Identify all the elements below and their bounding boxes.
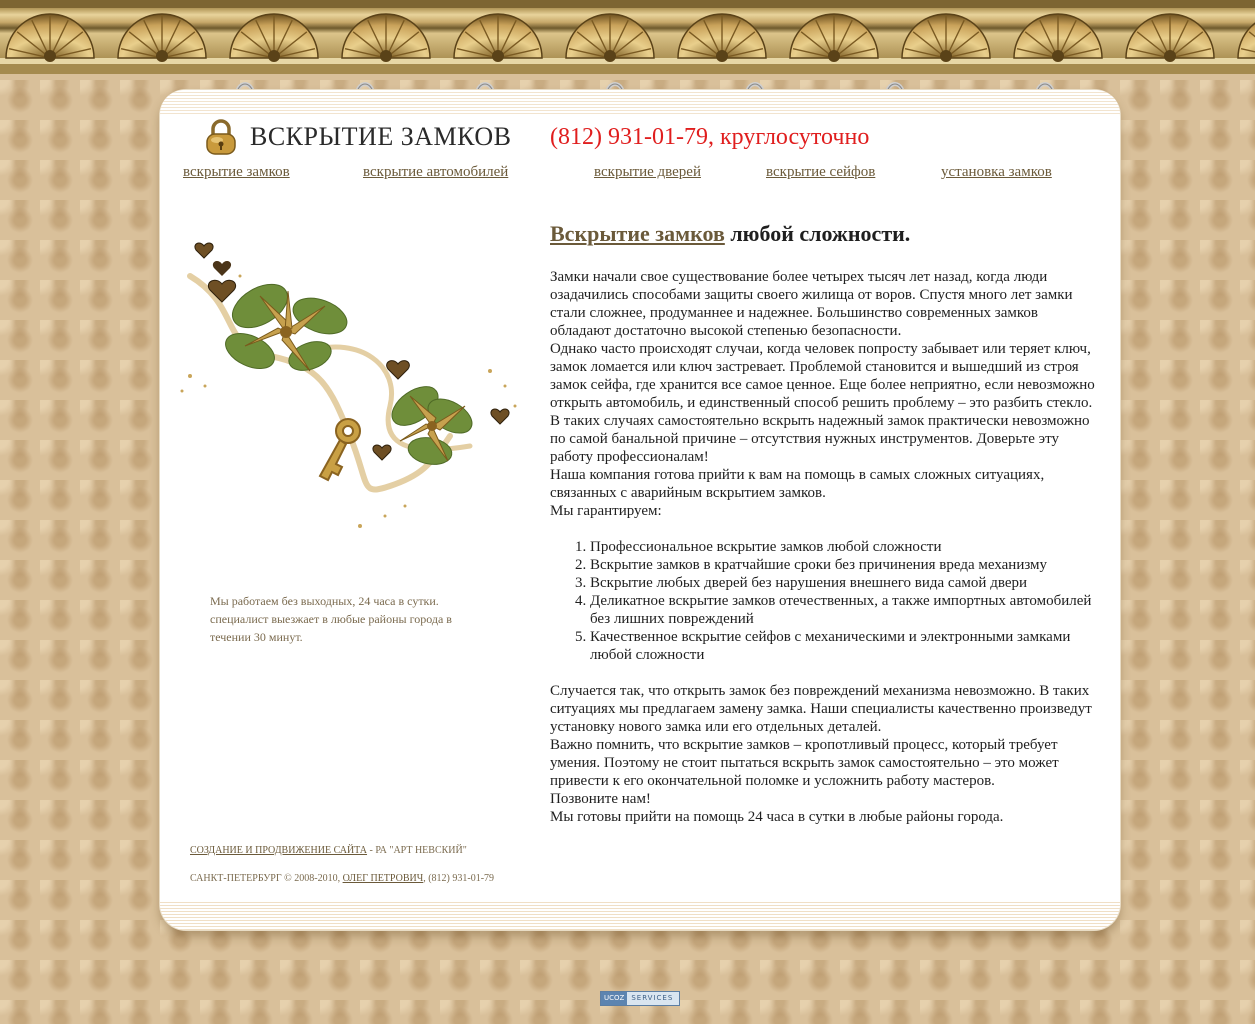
guarantee-list: Профессиональное вскрытие замков любой с…	[550, 538, 1100, 664]
heading-rest: любой сложности.	[724, 221, 911, 246]
list-item: Вскрытие замков в кратчайшие сроки без п…	[590, 556, 1100, 574]
paragraph: Мы готовы прийти на помощь 24 часа в сут…	[550, 809, 1004, 825]
copyright-prefix: САНКТ-ПЕТЕРБУРГ © 2008-2010,	[190, 873, 343, 884]
site-title: ВСКРЫТИЕ ЗАМКОВ	[250, 122, 512, 151]
shell-motif	[229, 13, 319, 62]
list-item: Качественное вскрытие сейфов с механичес…	[590, 628, 1100, 664]
paragraph: В таких случаях самостоятельно вскрыть н…	[550, 413, 1090, 465]
footer-creator: СОЗДАНИЕ И ПРОДВИЖЕНИЕ САЙТА - РА "АРТ Н…	[190, 845, 467, 856]
working-hours-note: Мы работаем без выходных, 24 часа в сутк…	[210, 594, 452, 644]
creator-link[interactable]: СОЗДАНИЕ И ПРОДВИЖЕНИЕ САЙТА	[190, 845, 367, 856]
nav-link-safes[interactable]: вскрытие сейфов	[766, 164, 875, 181]
badge-right: SERVICES	[631, 994, 674, 1002]
shell-motif	[901, 13, 991, 62]
heading-link[interactable]: Вскрытие замков	[550, 221, 725, 246]
paragraph: Наша компания готова прийти к вам на пом…	[550, 467, 1045, 501]
ucoz-services-badge[interactable]: UCOZ SERVICES	[600, 991, 680, 1006]
footer-copyright: САНКТ-ПЕТЕРБУРГ © 2008-2010, ОЛЕГ ПЕТРОВ…	[190, 873, 494, 884]
card-top-edge	[160, 90, 1120, 114]
shell-motif	[1125, 13, 1215, 62]
shell-motif	[453, 13, 543, 62]
list-item: Вскрытие любых дверей без нарушения внеш…	[590, 574, 1100, 592]
nav-link-doors[interactable]: вскрытие дверей	[594, 164, 701, 181]
copyright-suffix: , (812) 931-01-79	[423, 873, 495, 884]
paragraph: Замки начали свое существование более че…	[550, 269, 1073, 339]
page-heading: Вскрытие замков любой сложности.	[550, 220, 1100, 248]
floral-key-illustration	[180, 242, 517, 528]
shell-motif	[117, 13, 207, 62]
shell-motif	[341, 13, 431, 62]
main-content: Вскрытие замков любой сложности. Замки н…	[550, 220, 1100, 826]
nav-link-install[interactable]: установка замков	[941, 164, 1052, 181]
paragraph: Важно помнить, что вскрытие замков – кро…	[550, 737, 1059, 789]
creator-agency: - РА "АРТ НЕВСКИЙ"	[367, 845, 467, 856]
shell-motif	[1237, 22, 1255, 59]
shell-motif	[677, 13, 767, 62]
owner-link[interactable]: ОЛЕГ ПЕТРОВИЧ	[343, 873, 424, 884]
decorative-frieze	[0, 0, 1255, 74]
paragraph: Случается так, что открыть замок без пов…	[550, 683, 1092, 735]
shell-motif	[565, 13, 655, 62]
nav-link-locks[interactable]: вскрытие замков	[183, 164, 290, 181]
card-bottom-edge	[160, 900, 1120, 930]
paragraph: Позвоните нам!	[550, 791, 651, 807]
shell-ornament	[0, 0, 1255, 74]
nav-link-cars[interactable]: вскрытие автомобилей	[363, 164, 508, 181]
paragraph: Мы гарантируем:	[550, 503, 662, 519]
padlock-icon	[206, 119, 236, 155]
list-item: Профессиональное вскрытие замков любой с…	[590, 538, 1100, 556]
phone-number: (812) 931-01-79, круглосуточно	[550, 124, 870, 150]
paragraph: Однако часто происходят случаи, когда че…	[550, 341, 1095, 411]
list-item: Деликатное вскрытие замков отечественных…	[590, 592, 1100, 628]
shell-motif	[789, 13, 879, 62]
shell-motif	[1013, 13, 1103, 62]
badge-left: UCOZ	[601, 992, 628, 1005]
shell-motif	[5, 13, 95, 62]
